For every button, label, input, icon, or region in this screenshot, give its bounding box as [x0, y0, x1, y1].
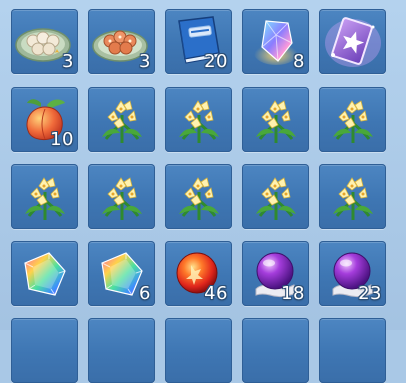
- inventory-slot[interactable]: [242, 87, 309, 152]
- inventory-slot[interactable]: 46: [165, 241, 232, 306]
- lily-flower-icon: [179, 177, 219, 220]
- item-count: 6: [139, 283, 151, 304]
- inventory-slot[interactable]: 3: [11, 9, 78, 74]
- lily-flower-icon: [25, 177, 65, 220]
- purple-star-card-icon: [325, 17, 381, 67]
- inventory-slot[interactable]: 3: [88, 9, 155, 74]
- item-count: 3: [62, 51, 74, 72]
- item-count: 3: [139, 51, 151, 72]
- inventory-slot[interactable]: 18: [242, 241, 309, 306]
- item-count: 8: [293, 51, 305, 72]
- lily-flower-icon: [102, 100, 142, 143]
- lily-flower-icon: [256, 177, 296, 220]
- rainbow-gem-icon: [24, 252, 66, 296]
- inventory-slot[interactable]: [165, 164, 232, 229]
- inventory-slot[interactable]: 23: [319, 241, 386, 306]
- item-count: 20: [204, 51, 228, 72]
- inventory-slot[interactable]: 6: [88, 241, 155, 306]
- lily-flower-icon: [102, 177, 142, 220]
- inventory-slot[interactable]: 8: [242, 9, 309, 74]
- lily-flower-icon: [333, 100, 373, 143]
- inventory-slot-partial[interactable]: [165, 318, 232, 383]
- inventory-slot-partial[interactable]: [242, 318, 309, 383]
- inventory-slot[interactable]: [319, 87, 386, 152]
- inventory-slot[interactable]: [11, 241, 78, 306]
- item-count: 18: [281, 283, 305, 304]
- inventory-slot[interactable]: [242, 164, 309, 229]
- inventory-slot[interactable]: [319, 164, 386, 229]
- inventory-slot[interactable]: [88, 87, 155, 152]
- inventory-grid: 3 3 20 8 10 6 46 18 23: [0, 0, 406, 383]
- item-count: 23: [358, 283, 382, 304]
- inventory-slot[interactable]: [165, 87, 232, 152]
- inventory-slot[interactable]: [11, 164, 78, 229]
- inventory-slot[interactable]: 20: [165, 9, 232, 74]
- inventory-slot[interactable]: 10: [11, 87, 78, 152]
- item-count: 10: [50, 129, 74, 150]
- item-count: 46: [204, 283, 228, 304]
- inventory-slot[interactable]: [319, 9, 386, 74]
- inventory-slot-partial[interactable]: [11, 318, 78, 383]
- inventory-slot-partial[interactable]: [319, 318, 386, 383]
- lily-flower-icon: [333, 177, 373, 220]
- lily-flower-icon: [256, 100, 296, 143]
- inventory-slot-partial[interactable]: [88, 318, 155, 383]
- inventory-slot[interactable]: [88, 164, 155, 229]
- lily-flower-icon: [179, 100, 219, 143]
